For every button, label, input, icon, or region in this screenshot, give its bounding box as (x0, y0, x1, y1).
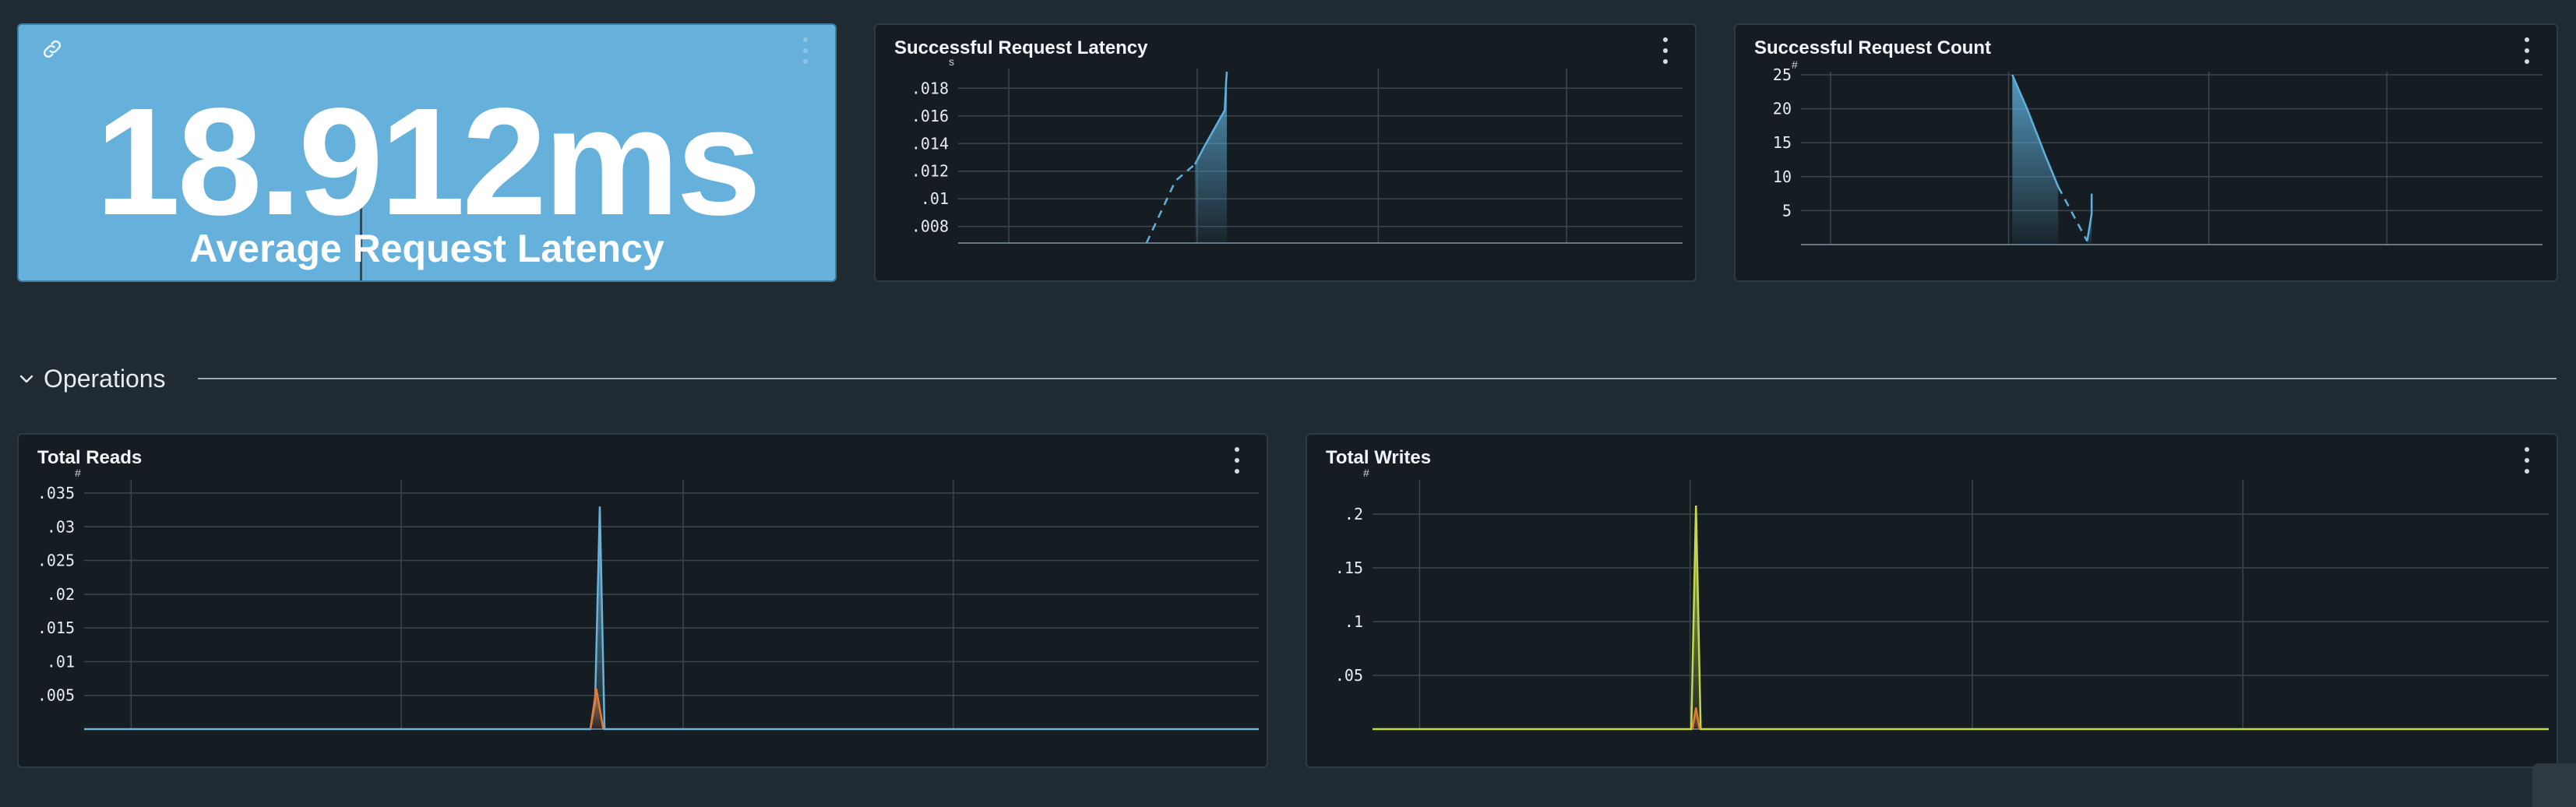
average-latency-stat-panel[interactable]: 18.912ms Average Request Latency (17, 23, 837, 282)
chevron-down-icon[interactable] (17, 369, 36, 388)
stat-panel-menu-icon[interactable] (802, 37, 809, 64)
y-unit-label: # (1363, 467, 1369, 479)
count-chart[interactable]: 5 10 15 20 25# (1736, 25, 2560, 284)
series-area (1373, 505, 2549, 729)
stat-label: Average Request Latency (189, 227, 664, 270)
series-line (1145, 163, 1196, 244)
y-tick-label: .025 (37, 552, 75, 570)
operations-section-toggle[interactable]: Operations (17, 363, 166, 394)
y-tick-label: .012 (911, 162, 949, 181)
series-area (2012, 75, 2059, 245)
writes-chart[interactable]: .05 .1 .15 .2 # (1307, 435, 2560, 770)
count-chart-panel[interactable]: Successful Request Count 5 10 15 20 25 # (1734, 23, 2558, 282)
y-tick-label: .018 (911, 79, 949, 97)
y-tick-label: .014 (911, 134, 949, 153)
resize-handle-icon[interactable] (2532, 763, 2576, 807)
y-unit-label: # (1792, 58, 1798, 71)
writes-chart-panel[interactable]: Total Writes .05.1.15.2 # (1306, 433, 2558, 768)
y-tick-label: 20 (1773, 100, 1792, 118)
series-line (2057, 186, 2088, 242)
y-tick-label: .02 (47, 585, 75, 604)
y-unit-label: s (949, 55, 954, 68)
y-tick-label: .015 (37, 618, 75, 637)
y-tick-label: 10 (1773, 167, 1792, 186)
latency-chart-panel[interactable]: Successful Request Latency .008.01.012.0… (874, 23, 1697, 282)
y-tick-label: .008 (911, 217, 949, 236)
y-tick-label: .1 (1344, 612, 1363, 631)
y-tick-label: .01 (47, 652, 75, 671)
section-divider (198, 378, 2557, 379)
y-tick-label: .2 (1344, 505, 1363, 523)
series-line (1373, 505, 2549, 731)
y-tick-label: .035 (37, 484, 75, 502)
section-title: Operations (44, 364, 166, 393)
y-tick-label: .005 (37, 686, 75, 705)
y-tick-label: 25 (1773, 65, 1792, 84)
stat-value: 18.912ms (95, 76, 762, 247)
y-tick-label: .01 (921, 189, 949, 208)
series-area (1195, 72, 1228, 243)
y-tick-label: 15 (1773, 133, 1792, 152)
y-tick-label: .03 (47, 517, 75, 536)
reads-chart-panel[interactable]: Total Reads .005.01.015.02.025.03.035 # (17, 433, 1268, 768)
reads-chart[interactable]: .005 .01 .015 .02 .025 .03 .035# (19, 435, 1270, 770)
y-unit-label: # (75, 467, 81, 479)
y-tick-label: .016 (911, 107, 949, 125)
y-tick-label: .15 (1335, 559, 1363, 577)
y-tick-label: 5 (1782, 201, 1792, 220)
latency-chart[interactable]: .008 .01 .012 .014 .016 .018s (876, 25, 1698, 284)
y-tick-label: .05 (1335, 666, 1363, 685)
link-icon[interactable] (41, 37, 64, 61)
